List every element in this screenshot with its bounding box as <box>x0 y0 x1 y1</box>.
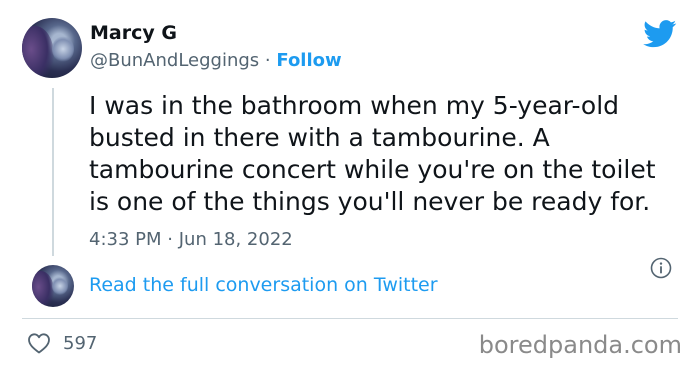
author-avatar[interactable] <box>22 18 82 78</box>
timestamp-separator: · <box>167 229 173 250</box>
watermark: boredpanda.com <box>478 331 682 359</box>
tweet-text: I was in the bathroom when my 5-year-old… <box>89 91 656 216</box>
twitter-bird-icon[interactable] <box>643 20 677 48</box>
tweet-timestamp[interactable]: 4:33 PM · Jun 18, 2022 <box>89 229 293 250</box>
read-conversation-link[interactable]: Read the full conversation on Twitter <box>89 274 438 296</box>
author-handle[interactable]: @BunAndLeggings <box>90 50 259 71</box>
like-count: 597 <box>63 333 98 354</box>
reply-avatar[interactable] <box>32 265 74 307</box>
follow-button[interactable]: Follow <box>276 50 341 71</box>
author-handle-row: @BunAndLeggings · Follow <box>90 50 342 71</box>
divider <box>22 318 678 319</box>
thread-line <box>52 88 54 256</box>
handle-separator: · <box>264 50 271 71</box>
tweet-time: 4:33 PM <box>89 229 162 250</box>
info-icon[interactable] <box>650 257 672 279</box>
tweet-date: Jun 18, 2022 <box>178 229 293 250</box>
author-name[interactable]: Marcy G <box>90 22 177 44</box>
heart-icon[interactable] <box>27 332 51 354</box>
